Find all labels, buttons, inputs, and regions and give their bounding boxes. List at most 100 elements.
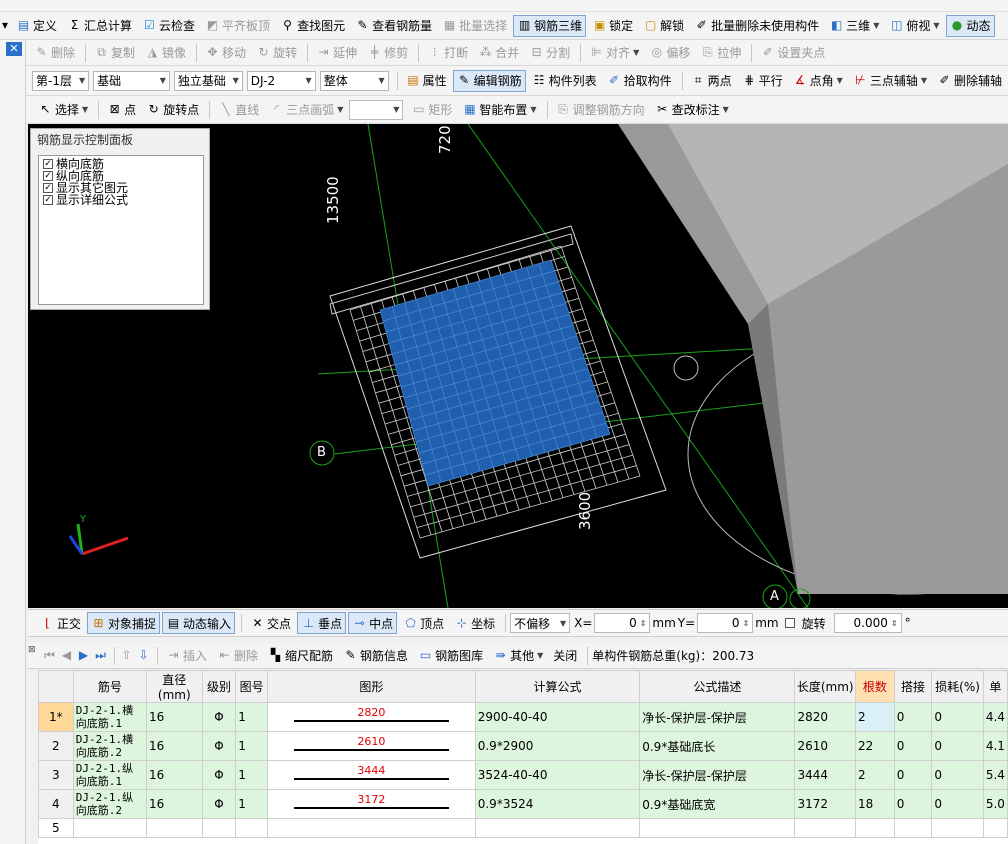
rect-button[interactable]: ▭ 矩形 bbox=[407, 99, 456, 121]
ortho-button[interactable]: ⌊ 正交 bbox=[36, 612, 85, 634]
row-index[interactable]: 4 bbox=[38, 789, 74, 819]
other-button[interactable]: ⇛ 其他 ▼ bbox=[489, 645, 547, 667]
last-record-icon[interactable]: ⏭ bbox=[93, 648, 108, 663]
merge-button[interactable]: ⁂ 合并 bbox=[474, 42, 523, 64]
formula-cell[interactable]: 3524-40-40 bbox=[474, 760, 641, 790]
rebar-name-cell[interactable]: DJ-2-1.纵向底筋.1 bbox=[72, 760, 147, 790]
arc-button[interactable]: ◜ 三点画弧 ▼ bbox=[265, 99, 347, 121]
rotate-angle-input[interactable]: 0.000 ⇕ bbox=[833, 613, 902, 633]
dynamic-observe-button[interactable]: ● 动态 bbox=[945, 14, 995, 37]
formula-cell[interactable]: 0.9*3524 bbox=[474, 789, 641, 819]
table-row[interactable]: 1* DJ-2-1.横向底筋.1 16 Φ 1 2820 2900-40-40 净长-保护层-… bbox=[38, 702, 1008, 732]
category-select[interactable]: 基础 ▼ bbox=[93, 70, 170, 91]
unit-weight-cell[interactable]: 4.4 bbox=[982, 702, 1008, 732]
copy-button[interactable]: ⧉ 复制 bbox=[90, 42, 139, 64]
pick-component-button[interactable]: ✐ 拾取构件 bbox=[603, 70, 676, 92]
col-lap[interactable]: 搭接 bbox=[893, 670, 933, 703]
checkbox-checked-icon[interactable]: ✓ bbox=[43, 171, 53, 181]
col-formula[interactable]: 计算公式 bbox=[474, 670, 641, 703]
checkbox-checked-icon[interactable]: ✓ bbox=[43, 195, 53, 205]
select-button[interactable]: ↖ 选择 ▼ bbox=[34, 99, 92, 121]
empty-cell[interactable] bbox=[982, 818, 1008, 838]
rebar-name-cell[interactable]: DJ-2-1.横向底筋.2 bbox=[72, 731, 147, 761]
checkbox-checked-icon[interactable]: ✓ bbox=[43, 159, 53, 169]
align-button[interactable]: ⊫ 对齐 ▼ bbox=[585, 42, 643, 64]
delete-row-button[interactable]: ⇤ 删除 bbox=[213, 645, 262, 667]
empty-cell[interactable] bbox=[72, 818, 147, 838]
first-record-icon[interactable]: ⏮ bbox=[42, 648, 57, 663]
view-rebar-button[interactable]: ✎ 查看钢筋量 bbox=[351, 15, 436, 37]
parallel-button[interactable]: ⋕ 平行 bbox=[738, 70, 787, 92]
spin-icon[interactable]: ⇕ bbox=[640, 619, 647, 628]
grid-close-icon[interactable]: ⊠ bbox=[28, 645, 38, 655]
align-slab-button[interactable]: ◩ 平齐板顶 bbox=[201, 15, 274, 37]
formula-cell[interactable]: 2900-40-40 bbox=[474, 702, 641, 732]
break-button[interactable]: ⁝ 打断 bbox=[423, 42, 472, 64]
diameter-cell[interactable]: 16 bbox=[145, 731, 203, 761]
figure-no-cell[interactable]: 1 bbox=[235, 760, 268, 790]
rebar-info-button[interactable]: ✎ 钢筋信息 bbox=[339, 645, 412, 667]
trim-button[interactable]: ╪ 修剪 bbox=[363, 42, 412, 64]
object-snap-button[interactable]: ⊞ 对象捕捉 bbox=[87, 612, 161, 634]
move-button[interactable]: ✥ 移动 bbox=[201, 42, 250, 64]
loss-cell[interactable]: 0 bbox=[931, 731, 984, 761]
delete-aux-button[interactable]: ✐ 删除辅轴 bbox=[933, 70, 1006, 92]
3d-button[interactable]: ◧ 三维 ▼ bbox=[825, 15, 883, 37]
col-unit-weight[interactable]: 单 bbox=[982, 670, 1008, 703]
mirror-button[interactable]: ◮ 镜像 bbox=[141, 42, 190, 64]
midpoint-button[interactable]: ⊸ 中点 bbox=[348, 612, 398, 634]
lock-button[interactable]: ▣ 锁定 bbox=[588, 15, 637, 37]
spin-icon[interactable]: ⇕ bbox=[891, 619, 898, 628]
option-show-formula[interactable]: ✓ 显示详细公式 bbox=[43, 194, 199, 206]
col-length[interactable]: 长度(mm) bbox=[794, 670, 857, 703]
perpendicular-button[interactable]: ⊥ 垂点 bbox=[297, 612, 347, 634]
formula-desc-cell[interactable]: 净长-保护层-保护层 bbox=[639, 760, 796, 790]
grade-cell[interactable]: Φ bbox=[201, 760, 237, 790]
empty-cell[interactable] bbox=[855, 818, 895, 838]
move-down-icon[interactable]: ⇩ bbox=[136, 648, 151, 663]
empty-cell[interactable] bbox=[893, 818, 933, 838]
col-rebar-no[interactable]: 筋号 bbox=[72, 670, 147, 703]
checkbox-checked-icon[interactable]: ✓ bbox=[43, 183, 53, 193]
extend-button[interactable]: ⇥ 延伸 bbox=[312, 42, 361, 64]
loss-cell[interactable]: 0 bbox=[931, 702, 984, 732]
three-point-aux-button[interactable]: ⊬ 三点辅轴 ▼ bbox=[849, 70, 931, 92]
table-row[interactable]: 2 DJ-2-1.横向底筋.2 16 Φ 1 2610 0.9*2900 0.9*基础底长 26… bbox=[38, 731, 1008, 761]
grade-cell[interactable]: Φ bbox=[201, 789, 237, 819]
empty-cell[interactable] bbox=[201, 818, 237, 838]
arc-mode-select[interactable]: ▼ bbox=[349, 99, 404, 120]
shape-cell[interactable]: 3172 bbox=[266, 789, 476, 819]
figure-no-cell[interactable]: 1 bbox=[235, 702, 268, 732]
table-row[interactable]: 3 DJ-2-1.纵向底筋.1 16 Φ 1 3444 3524-40-40 净长-保护层-保… bbox=[38, 760, 1008, 790]
loss-cell[interactable]: 0 bbox=[931, 789, 984, 819]
loss-cell[interactable]: 0 bbox=[931, 760, 984, 790]
coordinate-button[interactable]: ⊹ 坐标 bbox=[450, 612, 499, 634]
empty-cell[interactable] bbox=[931, 818, 984, 838]
cloud-check-button[interactable]: ☑ 云检查 bbox=[138, 15, 199, 37]
length-cell[interactable]: 2820 bbox=[794, 702, 857, 732]
table-row-empty[interactable]: 5 bbox=[38, 818, 1008, 838]
figure-no-cell[interactable]: 1 bbox=[235, 789, 268, 819]
floor-select[interactable]: 第-1层 ▼ bbox=[32, 70, 90, 91]
rebar-name-cell[interactable]: DJ-2-1.纵向底筋.2 bbox=[72, 789, 147, 819]
sum-calc-button[interactable]: Σ 汇总计算 bbox=[63, 15, 136, 37]
diameter-cell[interactable]: 16 bbox=[145, 789, 203, 819]
formula-desc-cell[interactable]: 0.9*基础底宽 bbox=[639, 789, 796, 819]
diameter-cell[interactable]: 16 bbox=[145, 760, 203, 790]
formula-cell[interactable]: 0.9*2900 bbox=[474, 731, 641, 761]
col-figure-no[interactable]: 图号 bbox=[235, 670, 268, 703]
point-button[interactable]: ⊠ 点 bbox=[103, 99, 140, 121]
3d-viewport[interactable]: 13500 720 3600 B A Y 钢筋显示控制面板 ✓ 横向底筋 ✓ 纵向底… bbox=[28, 124, 1008, 608]
lap-cell[interactable]: 0 bbox=[893, 760, 933, 790]
figure-no-cell[interactable]: 1 bbox=[235, 731, 268, 761]
scope-select[interactable]: 整体 ▼ bbox=[319, 70, 389, 91]
empty-cell[interactable] bbox=[145, 818, 203, 838]
formula-desc-cell[interactable]: 0.9*基础底长 bbox=[639, 731, 796, 761]
delete-button[interactable]: ✎ 删除 bbox=[30, 42, 79, 64]
split-button[interactable]: ⊟ 分割 bbox=[525, 42, 574, 64]
rotate-button[interactable]: ↻ 旋转 bbox=[252, 42, 301, 64]
row-index[interactable]: 5 bbox=[38, 818, 74, 838]
lap-cell[interactable]: 0 bbox=[893, 702, 933, 732]
empty-cell[interactable] bbox=[235, 818, 268, 838]
move-up-icon[interactable]: ⇧ bbox=[119, 648, 134, 663]
